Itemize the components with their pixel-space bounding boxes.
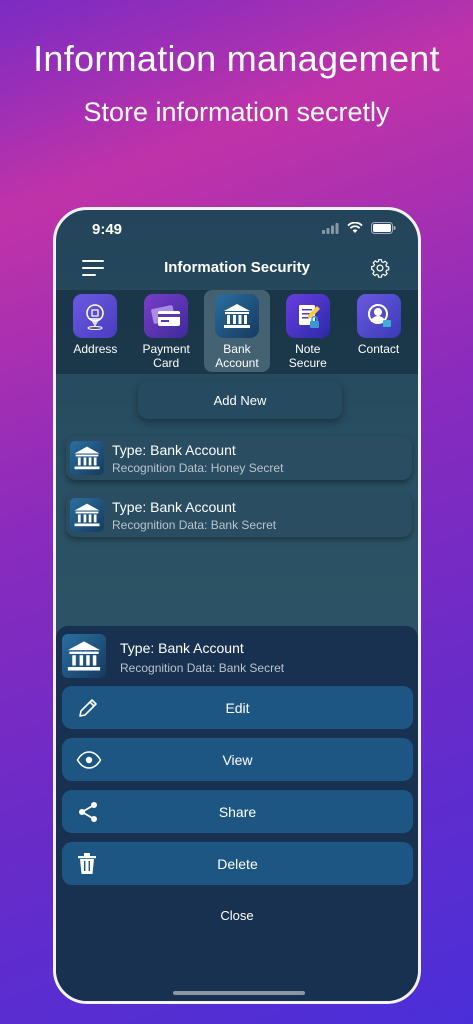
status-bar: 9:49	[56, 210, 418, 250]
record-recognition-data: Recognition Data: Honey Secret	[112, 461, 284, 475]
category-note-secure[interactable]: Note Secure	[275, 290, 341, 372]
share-button[interactable]: Share	[62, 790, 413, 833]
trash-icon	[78, 853, 96, 874]
edit-label: Edit	[225, 699, 250, 716]
note-icon	[285, 294, 330, 338]
record-recognition-data: Recognition Data: Bank Secret	[112, 518, 277, 532]
address-pin-icon	[73, 294, 118, 338]
edit-button[interactable]: Edit	[62, 686, 413, 729]
add-new-button[interactable]: Add New	[138, 381, 342, 419]
view-button[interactable]: View	[62, 738, 413, 781]
record-type: Type: Bank Account	[112, 499, 236, 515]
category-payment-card[interactable]: Payment Card	[133, 290, 199, 372]
phone-frame: 9:49 Information Security Address Paymen…	[53, 207, 421, 1004]
category-bank-account[interactable]: Bank Account	[203, 290, 270, 372]
home-indicator	[173, 991, 305, 995]
gear-icon[interactable]	[370, 258, 390, 278]
signal-icon	[322, 222, 339, 234]
delete-label: Delete	[217, 855, 258, 872]
category-label: Contact	[357, 342, 400, 356]
action-sheet-header: Type: Bank Account Recognition Data: Ban…	[62, 634, 402, 680]
close-button[interactable]: Close	[56, 908, 418, 923]
category-label: Address	[73, 342, 118, 356]
battery-icon	[371, 222, 396, 234]
action-sheet: Type: Bank Account Recognition Data: Ban…	[56, 626, 418, 1001]
category-label: Note Secure	[288, 342, 327, 370]
pencil-icon	[79, 699, 97, 717]
bank-icon	[214, 294, 259, 338]
selected-record-data: Recognition Data: Bank Secret	[120, 661, 285, 675]
category-contact[interactable]: Contact	[346, 290, 412, 372]
list-item[interactable]: Type: Bank Account Recognition Data: Hon…	[66, 436, 412, 480]
list-item[interactable]: Type: Bank Account Recognition Data: Ban…	[66, 493, 412, 537]
status-time: 9:49	[92, 221, 123, 238]
view-label: View	[222, 751, 253, 768]
share-label: Share	[218, 803, 257, 820]
delete-button[interactable]: Delete	[62, 842, 413, 885]
contact-icon	[356, 294, 401, 338]
payment-card-icon	[144, 294, 189, 338]
wifi-icon	[347, 222, 363, 233]
share-icon	[79, 802, 97, 822]
record-type: Type: Bank Account	[112, 442, 236, 458]
category-label: Payment Card	[142, 342, 190, 370]
bank-icon	[62, 634, 106, 678]
category-label: Bank Account	[215, 342, 259, 370]
eye-icon	[76, 751, 102, 769]
promo-headline: Information management	[33, 38, 440, 79]
bank-icon	[70, 441, 104, 475]
category-address[interactable]: Address	[62, 290, 128, 372]
promo-subheadline: Store information secretly	[83, 97, 390, 127]
navbar: Information Security	[56, 250, 418, 288]
category-bar: Address Payment Card Bank Account Note S…	[56, 290, 418, 374]
bank-icon	[70, 498, 104, 532]
selected-record-type: Type: Bank Account	[120, 640, 244, 656]
page-title: Information Security	[164, 259, 310, 276]
